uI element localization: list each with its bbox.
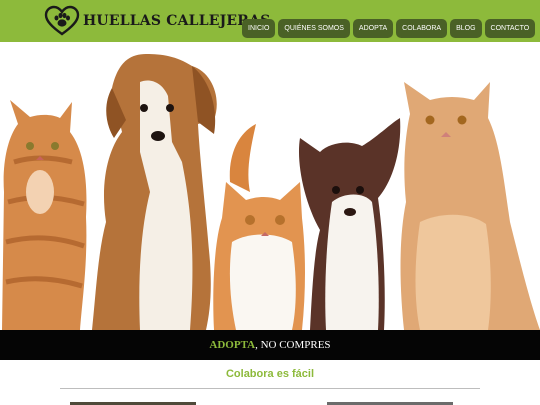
section-title: Colabora es fácil (225, 368, 315, 380)
nav-item-adopta[interactable]: ADOPTA (352, 19, 394, 38)
brown-white-dog (92, 54, 217, 330)
slogan-rest: , NO COMPRES (255, 339, 331, 351)
site-logo[interactable]: HUELLAS CALLEJERAS (44, 5, 271, 37)
hero-pets-illustration (0, 42, 540, 330)
heart-paw-icon (44, 5, 80, 36)
slogan-accent: ADOPTA (209, 339, 256, 351)
main-nav: INICIO QUIÉNES SOMOS ADOPTA COLABORA BLO… (242, 19, 536, 38)
section-divider (60, 388, 480, 389)
nav-item-quienes-somos[interactable]: QUIÉNES SOMOS (278, 19, 350, 38)
site-header: HUELLAS CALLEJERAS INICIO QUIÉNES SOMOS … (0, 0, 540, 42)
slogan-banner: ADOPTA, NO COMPRES (0, 330, 540, 360)
nav-item-colabora[interactable]: COLABORA (396, 19, 448, 38)
nav-item-inicio[interactable]: INICIO (242, 19, 276, 38)
hero-image (0, 42, 540, 330)
nav-item-contacto[interactable]: CONTACTO (484, 19, 536, 38)
nav-item-blog[interactable]: BLOG (450, 19, 482, 38)
